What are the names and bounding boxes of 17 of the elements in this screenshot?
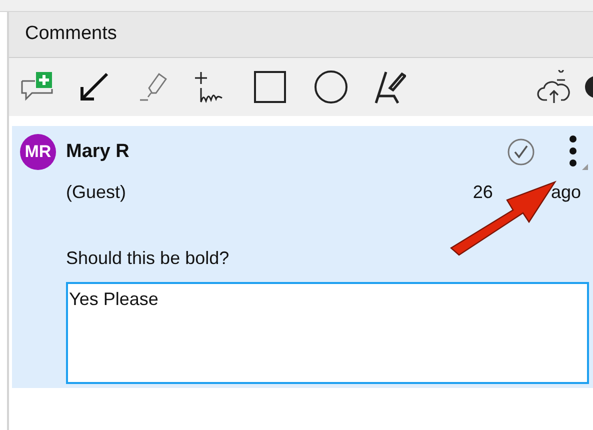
avatar: MR (20, 134, 56, 170)
cloud-upload-icon[interactable] (537, 70, 571, 104)
comment-time: 26 (472, 181, 493, 204)
arrow-tool-icon[interactable] (78, 71, 110, 103)
add-comment-icon[interactable] (20, 71, 54, 103)
panel-title: Comments (25, 22, 117, 46)
reply-field[interactable]: Yes Please (66, 282, 589, 384)
freehand-pen-icon[interactable] (374, 70, 406, 104)
author-role: (Guest) (66, 181, 126, 204)
comment-text: Should this be bold? (66, 248, 230, 268)
comment-time: ago (550, 181, 581, 204)
highlighter-icon[interactable] (138, 71, 168, 103)
resolve-check-icon[interactable] (507, 138, 535, 166)
ellipse-tool-icon[interactable] (314, 70, 348, 104)
more-options-icon[interactable] (567, 134, 589, 170)
rectangle-tool-icon[interactable] (254, 71, 286, 103)
author-name: Mary R (66, 140, 130, 164)
